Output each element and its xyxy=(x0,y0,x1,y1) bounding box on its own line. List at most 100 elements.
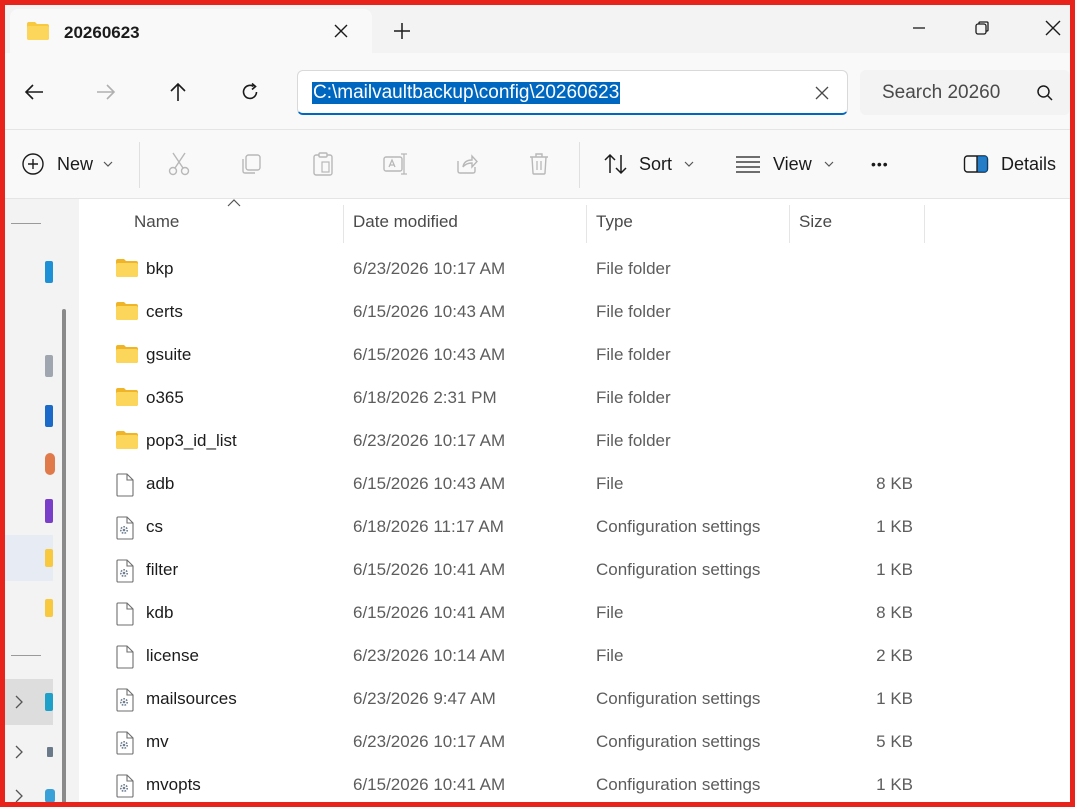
file-name[interactable]: filter xyxy=(146,560,178,580)
toolbar-divider xyxy=(139,142,140,188)
new-tab-button[interactable] xyxy=(387,16,417,46)
sort-button[interactable]: Sort xyxy=(603,144,694,184)
rename-icon[interactable] xyxy=(381,150,409,178)
file-name[interactable]: bkp xyxy=(146,259,173,279)
search-box[interactable]: Search 20260 xyxy=(860,70,1070,115)
file-type: File folder xyxy=(596,431,671,450)
column-type[interactable]: Type xyxy=(596,212,633,232)
view-button[interactable]: View xyxy=(735,144,834,184)
file-row[interactable]: kdb 6/15/2026 10:41 AM File 8 KB xyxy=(79,592,1070,635)
pane-item-icon[interactable] xyxy=(45,499,53,523)
forward-button[interactable] xyxy=(89,75,123,109)
file-date-modified: 6/15/2026 10:41 AM xyxy=(353,560,506,579)
config-file-icon xyxy=(115,774,135,802)
more-options-button[interactable]: ••• xyxy=(871,144,889,184)
pane-item-this-pc[interactable] xyxy=(5,679,53,725)
pane-item-icon[interactable] xyxy=(45,355,53,377)
file-name[interactable]: certs xyxy=(146,302,183,322)
file-name[interactable]: mv xyxy=(146,732,169,752)
file-name[interactable]: mailsources xyxy=(146,689,237,709)
folder-icon xyxy=(45,549,53,567)
title-bar: 20260623 xyxy=(5,5,1070,53)
file-size: 1 KB xyxy=(876,689,913,708)
file-date-modified: 6/23/2026 10:17 AM xyxy=(353,732,506,751)
more-label: ••• xyxy=(871,156,889,172)
file-date-modified: 6/15/2026 10:43 AM xyxy=(353,474,506,493)
pane-item-icon[interactable] xyxy=(45,405,53,427)
column-divider[interactable] xyxy=(586,205,587,243)
new-button[interactable]: New xyxy=(21,144,113,184)
folder-icon xyxy=(115,301,139,326)
file-type: File folder xyxy=(596,259,671,278)
column-size[interactable]: Size xyxy=(799,212,832,232)
chevron-right-icon[interactable] xyxy=(15,695,23,709)
folder-icon[interactable] xyxy=(45,599,53,617)
network-icon[interactable] xyxy=(47,747,53,757)
file-icon xyxy=(115,602,135,631)
file-name[interactable]: license xyxy=(146,646,199,666)
file-row[interactable]: filter 6/15/2026 10:41 AM Configuration se… xyxy=(79,549,1070,592)
chevron-down-icon xyxy=(824,161,834,167)
pane-item-icon[interactable] xyxy=(45,453,55,475)
column-divider[interactable] xyxy=(924,205,925,243)
file-name[interactable]: cs xyxy=(146,517,163,537)
file-row[interactable]: license 6/23/2026 10:14 AM File 2 KB xyxy=(79,635,1070,678)
file-name[interactable]: mvopts xyxy=(146,775,201,795)
sort-ascending-icon xyxy=(227,199,241,207)
file-row[interactable]: mvopts 6/15/2026 10:41 AM Configuration se… xyxy=(79,764,1070,802)
up-button[interactable] xyxy=(161,75,195,109)
file-row[interactable]: bkp 6/23/2026 10:17 AM File folder xyxy=(79,248,1070,291)
close-window-button[interactable] xyxy=(1033,11,1070,45)
refresh-button[interactable] xyxy=(233,75,267,109)
navpane-scrollbar[interactable] xyxy=(62,309,66,802)
tab-current[interactable]: 20260623 xyxy=(10,9,372,53)
restore-button[interactable] xyxy=(962,11,1002,45)
file-row[interactable]: adb 6/15/2026 10:43 AM File 8 KB xyxy=(79,463,1070,506)
paste-icon[interactable] xyxy=(309,150,337,178)
details-button[interactable]: Details xyxy=(963,144,1056,184)
file-row[interactable]: certs 6/15/2026 10:43 AM File folder xyxy=(79,291,1070,334)
close-tab-icon[interactable] xyxy=(328,18,354,44)
file-name[interactable]: pop3_id_list xyxy=(146,431,237,451)
file-name[interactable]: kdb xyxy=(146,603,173,623)
chevron-right-icon[interactable] xyxy=(15,789,23,803)
file-name[interactable]: o365 xyxy=(146,388,184,408)
file-row[interactable]: mailsources 6/23/2026 9:47 AM Configuratio… xyxy=(79,678,1070,721)
file-row[interactable]: pop3_id_list 6/23/2026 10:17 AM File folde… xyxy=(79,420,1070,463)
file-row[interactable]: cs 6/18/2026 11:17 AM Configuration settin… xyxy=(79,506,1070,549)
file-type: Configuration settings xyxy=(596,517,761,536)
minimize-button[interactable] xyxy=(899,11,939,45)
share-icon[interactable] xyxy=(453,150,481,178)
copy-icon[interactable] xyxy=(237,150,265,178)
command-bar: New Sort View ••• Details xyxy=(5,130,1070,199)
file-row[interactable]: gsuite 6/15/2026 10:43 AM File folder xyxy=(79,334,1070,377)
column-name[interactable]: Name xyxy=(134,212,179,232)
pane-item-icon[interactable] xyxy=(47,315,53,329)
file-name[interactable]: adb xyxy=(146,474,174,494)
delete-icon[interactable] xyxy=(525,150,553,178)
divider xyxy=(11,655,41,656)
address-bar[interactable]: C:\mailvaultbackup\config\20260623 xyxy=(297,70,848,115)
file-list: Name Date modified Type Size bkp 6/23/202… xyxy=(79,199,1070,802)
file-size: 8 KB xyxy=(876,603,913,622)
cut-icon[interactable] xyxy=(165,150,193,178)
file-row[interactable]: mv 6/23/2026 10:17 AM Configuration settin… xyxy=(79,721,1070,764)
address-path[interactable]: C:\mailvaultbackup\config\20260623 xyxy=(312,82,621,104)
file-size: 1 KB xyxy=(876,517,913,536)
view-list-icon xyxy=(736,156,760,173)
column-date-modified[interactable]: Date modified xyxy=(353,212,458,232)
clear-address-icon[interactable] xyxy=(811,82,833,104)
pane-item-selected[interactable] xyxy=(5,535,53,581)
pane-item-icon[interactable] xyxy=(45,261,53,283)
file-row[interactable]: o365 6/18/2026 2:31 PM File folder xyxy=(79,377,1070,420)
folder-icon xyxy=(115,258,139,283)
column-divider[interactable] xyxy=(343,205,344,243)
linux-icon[interactable] xyxy=(45,789,55,802)
file-date-modified: 6/15/2026 10:43 AM xyxy=(353,302,506,321)
search-input[interactable]: Search 20260 xyxy=(882,82,1000,104)
folder-icon xyxy=(115,430,139,455)
column-divider[interactable] xyxy=(789,205,790,243)
back-button[interactable] xyxy=(17,75,51,109)
chevron-right-icon[interactable] xyxy=(15,745,23,759)
file-name[interactable]: gsuite xyxy=(146,345,191,365)
